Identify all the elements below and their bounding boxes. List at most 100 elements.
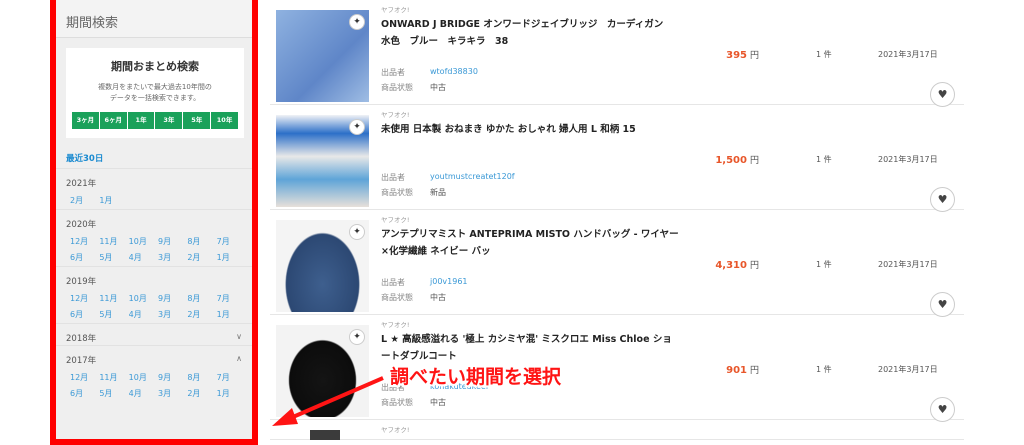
month-link[interactable]: 7月 — [217, 234, 246, 250]
list-item[interactable]: ✦ ヤフオク! ONWARD J BRIDGE オンワードジェイブリッジ カーディガ… — [270, 0, 964, 107]
month-link[interactable]: 9月 — [158, 370, 187, 386]
seller-link[interactable]: youtmustcreatet120f — [430, 172, 515, 181]
year-label: 2020年 — [66, 220, 97, 230]
item-title[interactable]: ONWARD J BRIDGE オンワードジェイブリッジ カーディガン 水色 ブ… — [381, 16, 681, 50]
month-link[interactable]: 6月 — [70, 250, 99, 266]
month-link[interactable]: 1月 — [217, 250, 246, 266]
month-link[interactable]: 10月 — [129, 234, 158, 250]
month-grid: 12月 11月 10月 9月 8月 7月 6月 5月 4月 3月 2月 1月 — [56, 231, 252, 266]
year-header[interactable]: 2018年 ∨ — [56, 323, 252, 345]
item-title[interactable]: アンテプリマミスト ANTEPRIMA MISTO ハンドバッグ - ワイヤー×… — [381, 226, 681, 260]
month-link[interactable]: 3月 — [158, 250, 187, 266]
item-source: ヤフオク! — [381, 321, 410, 329]
month-link[interactable]: 2月 — [70, 193, 99, 209]
end-date: 2021年3月17日 — [878, 365, 938, 374]
range-button-6m[interactable]: 6ヶ月 — [99, 112, 127, 129]
item-thumbnail[interactable]: ✦ — [276, 220, 369, 312]
range-button-3m[interactable]: 3ヶ月 — [72, 112, 99, 129]
month-link[interactable]: 9月 — [158, 234, 187, 250]
bid-count: 1 件 — [816, 260, 832, 269]
month-link[interactable]: 4月 — [129, 250, 158, 266]
month-link[interactable]: 6月 — [70, 307, 99, 323]
item-title[interactable]: L ★ 高級感溢れる '極上 カシミヤ混' ミスクロエ Miss Chloe シ… — [381, 331, 681, 365]
month-link[interactable]: 5月 — [99, 250, 128, 266]
condition-label: 商品状態 — [381, 83, 413, 92]
month-link[interactable]: 10月 — [129, 370, 158, 386]
month-link[interactable]: 5月 — [99, 307, 128, 323]
end-date: 2021年3月17日 — [878, 260, 938, 269]
year-header[interactable]: 2021年 — [56, 168, 252, 190]
price-unit: 円 — [749, 366, 759, 376]
year-header[interactable]: 2017年 ∧ — [56, 345, 252, 367]
price-unit: 円 — [749, 51, 759, 61]
month-link[interactable]: 7月 — [217, 370, 246, 386]
month-link[interactable]: 3月 — [158, 307, 187, 323]
month-link[interactable]: 8月 — [187, 234, 216, 250]
item-thumbnail[interactable] — [310, 430, 340, 440]
month-link[interactable]: 3月 — [158, 386, 187, 402]
condition-label: 商品状態 — [381, 188, 413, 197]
month-link[interactable]: 8月 — [187, 370, 216, 386]
month-link[interactable]: 11月 — [99, 234, 128, 250]
month-link[interactable]: 8月 — [187, 291, 216, 307]
month-link[interactable]: 1月 — [217, 386, 246, 402]
bulk-search-desc-1: 複数月をまたいで最大過去10年間の — [98, 83, 212, 91]
month-link[interactable]: 6月 — [70, 386, 99, 402]
list-item[interactable]: ✦ ヤフオク! アンテプリマミスト ANTEPRIMA MISTO ハンドバッグ -… — [270, 210, 964, 317]
recent-30-days-link[interactable]: 最近30日 — [56, 144, 252, 168]
seller-link[interactable]: j00v1961 — [430, 277, 468, 286]
month-link[interactable]: 12月 — [70, 370, 99, 386]
month-link[interactable]: 12月 — [70, 291, 99, 307]
condition-label: 商品状態 — [381, 293, 413, 302]
seller-label: 出品者 — [381, 173, 405, 182]
year-header[interactable]: 2019年 — [56, 266, 252, 288]
month-link[interactable]: 11月 — [99, 370, 128, 386]
bulk-search-title: 期間おまとめ検索 — [111, 60, 199, 73]
item-title[interactable]: 未使用 日本製 おねまき ゆかた おしゃれ 婦人用 L 和柄 15 — [381, 121, 681, 138]
month-link[interactable]: 11月 — [99, 291, 128, 307]
condition-value: 新品 — [430, 188, 446, 197]
month-link[interactable]: 2月 — [187, 250, 216, 266]
auction-badge-icon: ✦ — [349, 14, 365, 30]
item-price: 4,310 円 — [715, 258, 759, 271]
seller-label: 出品者 — [381, 68, 405, 77]
year-header[interactable]: 2020年 — [56, 209, 252, 231]
month-link[interactable]: 12月 — [70, 234, 99, 250]
end-date: 2021年3月17日 — [878, 155, 938, 164]
list-item[interactable]: ✦ ヤフオク! 未使用 日本製 おねまき ゆかた おしゃれ 婦人用 L 和柄 15 出… — [270, 105, 964, 212]
chevron-down-icon[interactable]: ∨ — [236, 332, 242, 345]
item-thumbnail[interactable]: ✦ — [276, 115, 369, 207]
month-link[interactable]: 7月 — [217, 291, 246, 307]
month-link[interactable]: 4月 — [129, 386, 158, 402]
period-search-sidebar: 期間検索 期間おまとめ検索 複数月をまたいで最大過去10年間の データを一括検索… — [50, 0, 258, 445]
month-link[interactable]: 2月 — [187, 386, 216, 402]
condition-value: 中古 — [430, 293, 446, 302]
range-button-1y[interactable]: 1年 — [127, 112, 155, 129]
condition-value: 中古 — [430, 83, 446, 92]
chevron-up-icon[interactable]: ∧ — [236, 354, 242, 367]
item-thumbnail[interactable]: ✦ — [276, 10, 369, 102]
month-link[interactable]: 2月 — [187, 307, 216, 323]
heart-icon[interactable]: ♥ — [930, 187, 955, 212]
month-link[interactable]: 4月 — [129, 307, 158, 323]
heart-icon[interactable]: ♥ — [930, 292, 955, 317]
item-price: 1,500 円 — [715, 153, 759, 166]
month-link[interactable]: 9月 — [158, 291, 187, 307]
range-button-3y[interactable]: 3年 — [155, 112, 183, 129]
heart-icon[interactable]: ♥ — [930, 82, 955, 107]
seller-link[interactable]: wtofd38830 — [430, 67, 478, 76]
auction-badge-icon: ✦ — [349, 224, 365, 240]
month-link[interactable]: 1月 — [99, 193, 128, 209]
auction-badge-icon: ✦ — [349, 119, 365, 135]
item-price: 395 円 — [726, 48, 759, 61]
annotation-text: 調べたい期間を選択 — [390, 366, 562, 388]
range-button-5y[interactable]: 5年 — [183, 112, 211, 129]
month-link[interactable]: 1月 — [217, 307, 246, 323]
range-button-10y[interactable]: 10年 — [211, 112, 238, 129]
month-link[interactable]: 10月 — [129, 291, 158, 307]
price-value: 1,500 — [715, 155, 747, 166]
annotation-arrow — [272, 376, 384, 426]
heart-icon[interactable]: ♥ — [930, 397, 955, 422]
month-link[interactable]: 5月 — [99, 386, 128, 402]
bid-count: 1 件 — [816, 365, 832, 374]
